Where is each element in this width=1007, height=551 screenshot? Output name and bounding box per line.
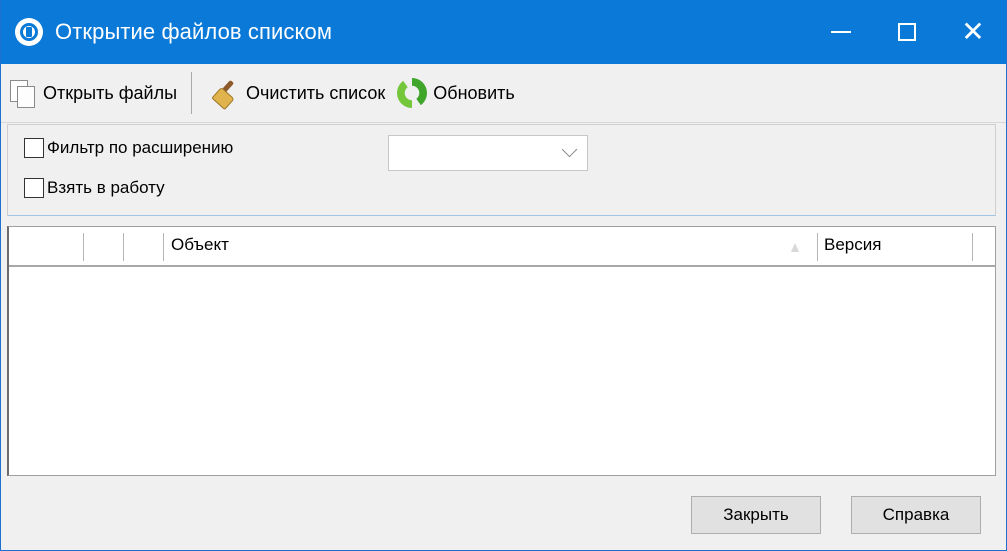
refresh-icon <box>397 78 428 108</box>
take-to-work-row[interactable]: Взять в работу <box>24 178 165 198</box>
window-controls: ✕ <box>808 0 1006 64</box>
toolbar: Открыть файлы Очистить список Обновить <box>1 64 1006 123</box>
filter-by-extension-row[interactable]: Фильтр по расширению <box>24 138 233 158</box>
options-panel: Фильтр по расширению Взять в работу <box>7 124 996 216</box>
take-to-work-label: Взять в работу <box>47 178 165 197</box>
extension-combo[interactable] <box>388 135 588 171</box>
open-files-icon <box>7 78 37 108</box>
help-button[interactable]: Справка <box>851 496 981 534</box>
take-to-work-checkbox[interactable] <box>24 178 44 198</box>
app-logo-icon <box>15 18 43 46</box>
refresh-label: Обновить <box>433 82 515 103</box>
maximize-icon <box>898 23 916 41</box>
files-grid[interactable]: Объект Версия <box>7 226 996 476</box>
close-icon: ✕ <box>961 16 985 47</box>
column-divider[interactable] <box>972 233 973 261</box>
grid-header: Объект Версия <box>9 227 995 267</box>
chevron-down-icon <box>561 141 578 158</box>
column-divider[interactable] <box>123 233 124 261</box>
open-files-dialog: Открытие файлов списком ✕ Открыть файлы … <box>0 0 1007 551</box>
close-window-button[interactable]: ✕ <box>940 0 1006 64</box>
title-bar: Открытие файлов списком ✕ <box>1 0 1006 64</box>
open-files-label: Открыть файлы <box>43 82 178 103</box>
column-header-object[interactable]: Объект <box>171 235 229 255</box>
minimize-button[interactable] <box>808 0 874 64</box>
column-header-version[interactable]: Версия <box>824 235 881 255</box>
refresh-button[interactable]: Обновить <box>391 73 521 113</box>
column-divider[interactable] <box>163 233 164 261</box>
clear-list-label: Очистить список <box>246 82 386 103</box>
open-files-button[interactable]: Открыть файлы <box>1 73 183 113</box>
clear-list-button[interactable]: Очистить список <box>204 73 391 113</box>
filter-by-extension-label: Фильтр по расширению <box>47 138 234 157</box>
minimize-icon <box>831 31 851 33</box>
close-button[interactable]: Закрыть <box>691 496 821 534</box>
filter-by-extension-checkbox[interactable] <box>24 138 44 158</box>
broom-icon <box>210 78 240 108</box>
sort-ascending-icon <box>791 243 799 252</box>
column-divider[interactable] <box>817 233 818 261</box>
maximize-button[interactable] <box>874 0 940 64</box>
toolbar-separator <box>191 72 193 114</box>
column-divider[interactable] <box>83 233 84 261</box>
window-title: Открытие файлов списком <box>55 19 333 44</box>
grid-body[interactable] <box>9 267 995 475</box>
